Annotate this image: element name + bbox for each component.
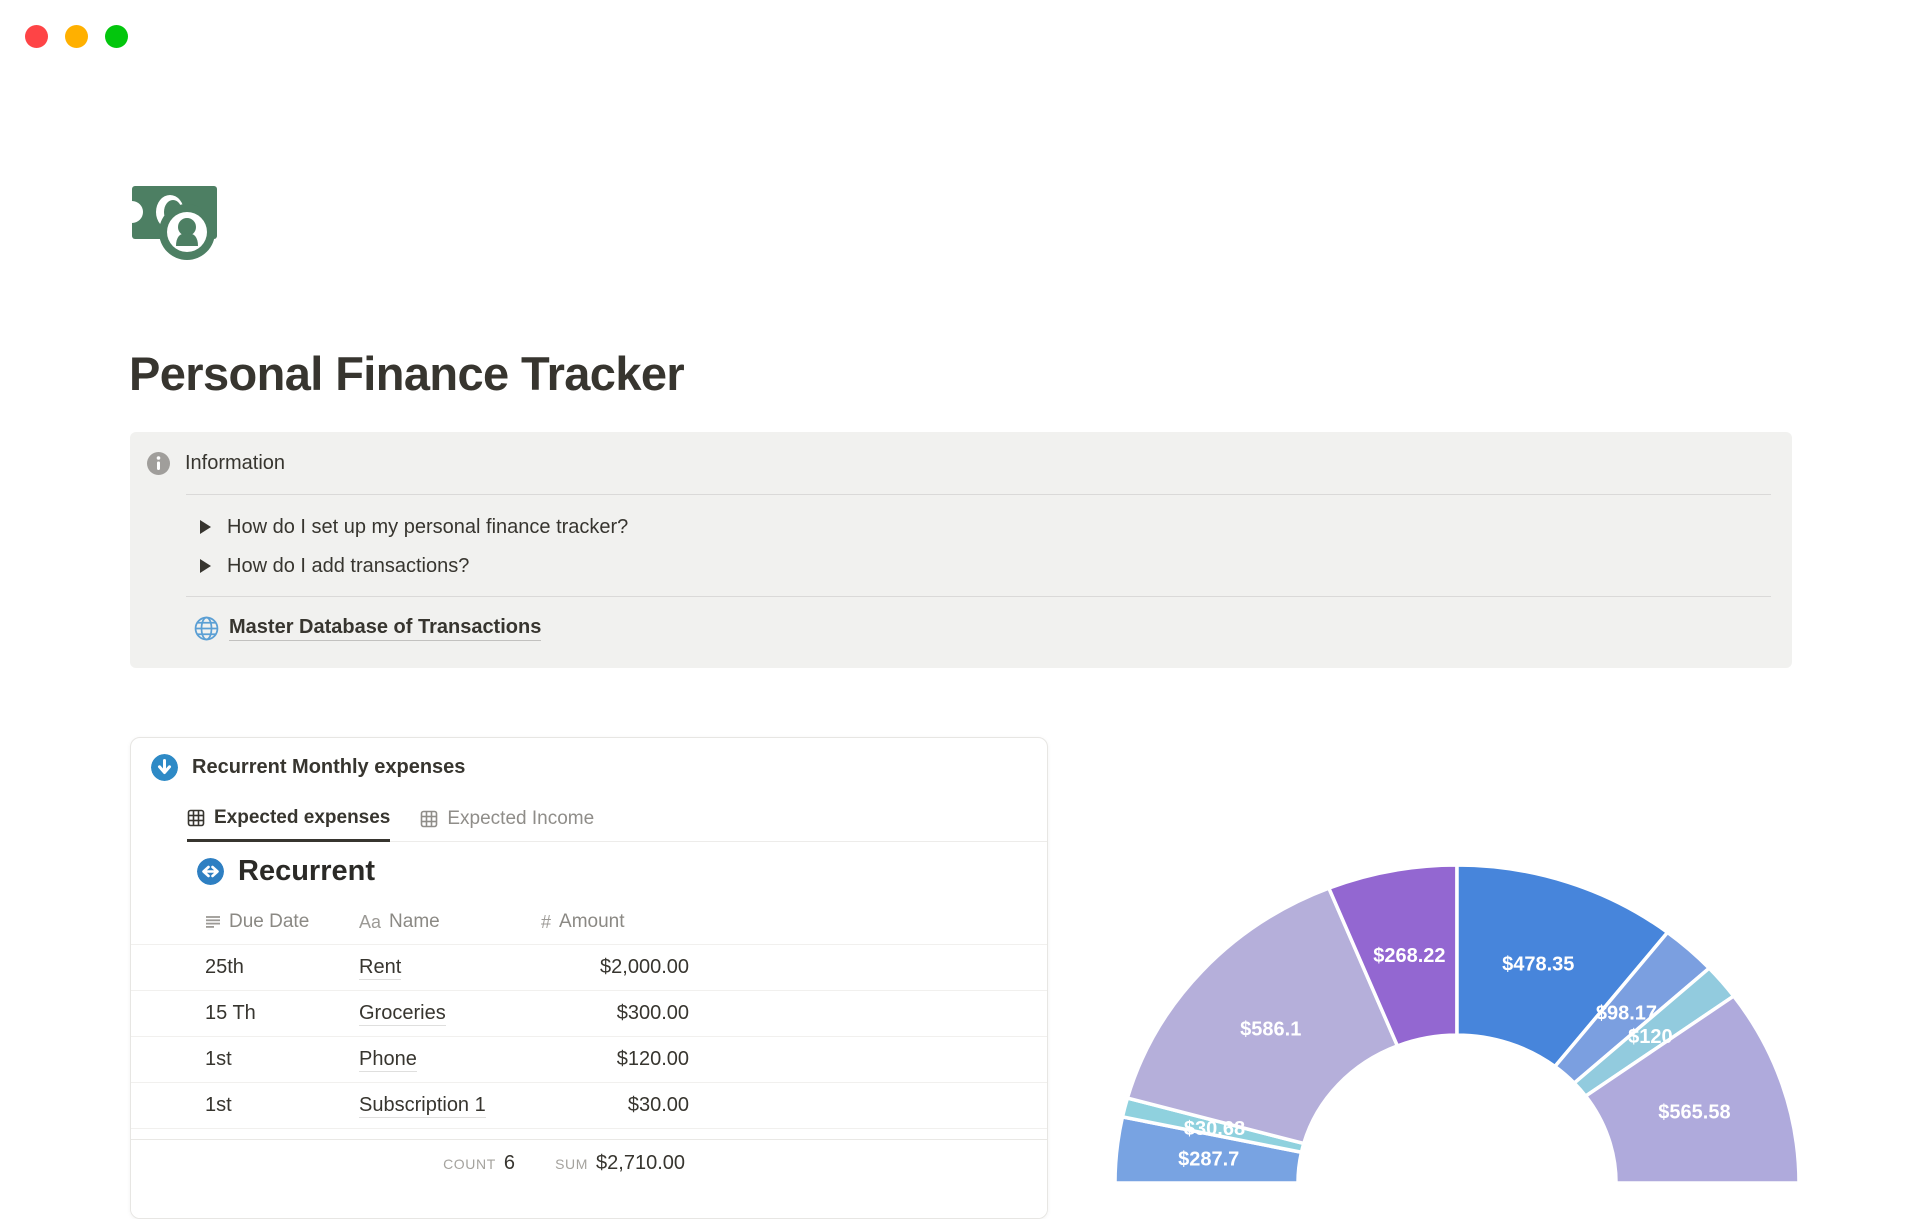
donut-segment-label: $586.1 [1240, 1018, 1301, 1040]
database-title: Recurrent [238, 854, 375, 887]
column-header-name[interactable]: Aa Name [359, 911, 541, 933]
window-controls [25, 25, 128, 48]
callout-title: Information [185, 451, 286, 474]
info-icon [147, 451, 170, 475]
table-row[interactable]: 15 Th Groceries $300.00 [131, 990, 1047, 1036]
table-row[interactable]: 25th Rent $2,000.00 [131, 944, 1047, 990]
half-donut-chart: $287.7 $30.68 $586.1 $268.22 $478.35 $98.17$1… [1113, 863, 1801, 1185]
column-header-due-date[interactable]: Due Date [205, 911, 359, 933]
number-type-icon: # [541, 911, 552, 932]
donut-segment-label: $287.7 [1178, 1149, 1239, 1171]
toggle-add-transactions-question[interactable]: How do I add transactions? [130, 544, 469, 588]
donut-segment-label: $120 [1628, 1026, 1673, 1048]
table-calc-row: COUNT 6 SUM $2,710.00 [131, 1139, 1047, 1218]
table-row[interactable]: 1st Phone $120.00 [131, 1036, 1047, 1082]
donut-segment-label: $478.35 [1502, 954, 1574, 976]
down-arrow-badge-icon [151, 753, 178, 781]
tab-expected-income[interactable]: Expected Income [420, 796, 594, 842]
lines-icon [206, 916, 220, 928]
tab-expected-expenses[interactable]: Expected expenses [187, 796, 391, 842]
divider [186, 596, 1771, 597]
sum-calc[interactable]: SUM $2,710.00 [541, 1152, 689, 1175]
text-type-icon: Aa [359, 911, 382, 932]
table-view-icon [187, 809, 205, 826]
toggle-setup-question[interactable]: How do I set up my personal finance trac… [130, 505, 628, 549]
donut-segment-label: $30.68 [1184, 1118, 1245, 1140]
donut-segment-label: $565.58 [1658, 1101, 1730, 1123]
table-header-row: Due Date Aa Name # Amount [131, 900, 1047, 944]
page-title: Personal Finance Tracker [129, 347, 685, 400]
toggle-triangle-icon[interactable] [200, 559, 211, 573]
view-tabs: Expected expenses Expected Income [131, 796, 1047, 842]
table-row[interactable]: 1st Subscription 1 $30.00 [131, 1082, 1047, 1128]
recurrent-expenses-card: Recurrent Monthly expenses Expected expe… [130, 737, 1048, 1219]
minimize-button[interactable] [65, 25, 88, 48]
master-database-link[interactable]: Master Database of Transactions [130, 608, 542, 648]
column-header-amount[interactable]: # Amount [541, 911, 689, 933]
close-button[interactable] [25, 25, 48, 48]
donut-segment-label: $268.22 [1373, 945, 1445, 967]
table-view-icon [421, 810, 438, 828]
donut-segment-label: $98.17 [1596, 1003, 1657, 1025]
information-callout: Information How do I set up my personal … [130, 432, 1792, 668]
count-calc[interactable]: COUNT 6 [359, 1152, 541, 1175]
left-right-arrow-badge-icon [197, 857, 224, 885]
money-emoji-icon[interactable] [132, 182, 218, 264]
card-title: Recurrent Monthly expenses [192, 755, 466, 778]
zoom-button[interactable] [105, 25, 128, 48]
globe-icon [194, 616, 219, 640]
toggle-triangle-icon[interactable] [200, 520, 211, 534]
divider [186, 494, 1771, 495]
